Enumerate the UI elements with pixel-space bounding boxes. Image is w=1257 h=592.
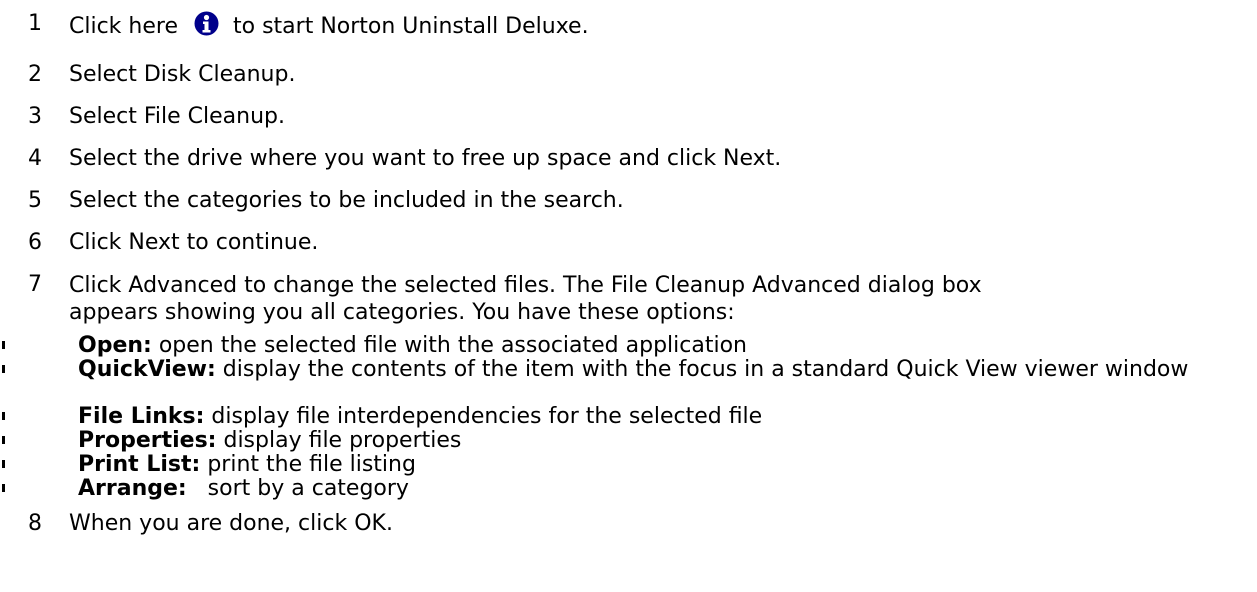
option-desc: display the contents of the item with th… <box>215 357 1189 382</box>
step-number: 7 <box>28 272 42 297</box>
step-text: Select Disk Cleanup. <box>69 62 296 87</box>
bullet-icon <box>2 460 5 468</box>
option-term: QuickView: <box>78 357 216 382</box>
step-text: Select File Cleanup. <box>69 104 286 129</box>
option-term: Open: <box>78 333 152 358</box>
step-text: Select the categories to be included in … <box>69 188 624 213</box>
option-item-print-list: Print List: print the file listing <box>0 453 416 476</box>
option-desc: open the selected file with the associat… <box>151 333 747 358</box>
bullet-icon <box>2 484 5 492</box>
help-page: 1 Click here to start Norton Uninstall D… <box>0 0 1257 592</box>
option-item-open: Open: open the selected file with the as… <box>0 334 747 357</box>
step-number: 6 <box>28 230 42 255</box>
step-text: When you are done, click OK. <box>69 511 393 536</box>
option-desc: sort by a category <box>186 476 409 501</box>
bullet-icon <box>2 341 5 349</box>
option-item-file-links: File Links: display file interdependenci… <box>0 405 762 428</box>
step-text: Click here to start Norton Uninstall Del… <box>69 11 589 40</box>
step-text-before: Click here <box>69 14 178 39</box>
bullet-icon <box>2 412 5 420</box>
step-text: Click Next to continue. <box>69 230 319 255</box>
step-number: 2 <box>28 62 42 87</box>
option-item-properties: Properties: display file properties <box>0 429 461 452</box>
step-text: Select the drive where you want to free … <box>69 146 782 171</box>
step-text-after: to start Norton Uninstall Deluxe. <box>233 14 589 39</box>
step-number: 8 <box>28 511 42 536</box>
option-desc: display file properties <box>216 428 462 453</box>
bullet-icon <box>2 436 5 444</box>
step-number: 5 <box>28 188 42 213</box>
step-number: 3 <box>28 104 42 129</box>
bullet-icon <box>2 365 5 373</box>
option-desc: display file interdependencies for the s… <box>204 404 763 429</box>
step-text: Click Advanced to change the selected fi… <box>69 273 982 325</box>
option-term: Print List: <box>78 452 201 477</box>
option-term: File Links: <box>78 404 205 429</box>
option-term: Arrange: <box>78 476 187 501</box>
step-number: 4 <box>28 146 42 171</box>
option-item-quickview: QuickView: display the contents of the i… <box>0 358 1250 381</box>
option-term: Properties: <box>78 428 217 453</box>
info-icon[interactable] <box>194 11 219 36</box>
option-desc: print the file listing <box>200 452 416 477</box>
option-item-arrange: Arrange: sort by a category <box>0 477 409 500</box>
step-number: 1 <box>28 11 42 36</box>
